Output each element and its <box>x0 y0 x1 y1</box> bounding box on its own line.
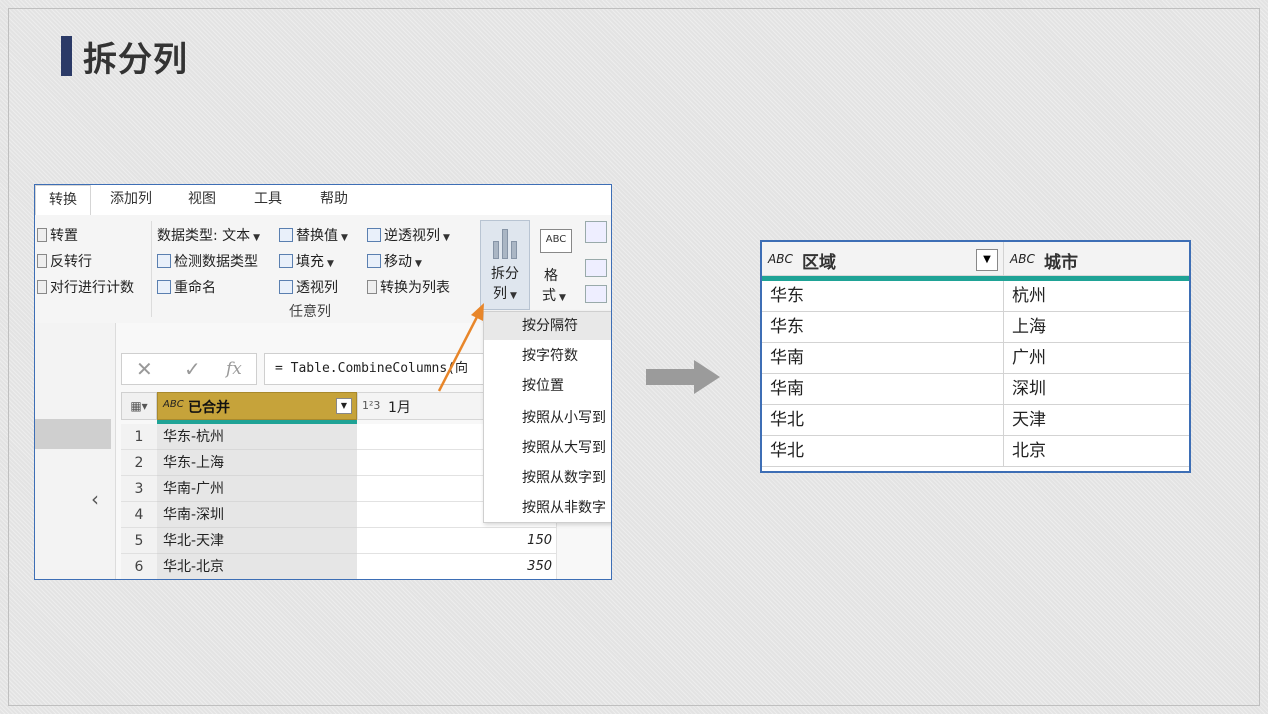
table-cell-city[interactable]: 杭州 <box>1004 281 1189 312</box>
table-cell-region[interactable]: 华东 <box>762 281 1004 312</box>
column-header-city[interactable]: ABC 城市 <box>1004 242 1189 276</box>
table-cell-region[interactable]: 华东 <box>762 312 1004 343</box>
result-table: ABC 区域 ▼ ABC 城市 华东 杭州 华东 上海 华南 广州 华南 深圳 … <box>760 240 1191 473</box>
table-cell-city[interactable]: 北京 <box>1004 436 1189 467</box>
column-header-region[interactable]: ABC 区域 ▼ <box>762 242 1004 276</box>
table-cell-city[interactable]: 深圳 <box>1004 374 1189 405</box>
table-cell-city[interactable]: 上海 <box>1004 312 1189 343</box>
slide-title: 拆分列 <box>83 40 188 80</box>
filter-dropdown-icon[interactable]: ▼ <box>976 249 998 271</box>
text-type-icon: ABC <box>768 252 793 266</box>
orange-pointer-arrow <box>437 303 484 392</box>
table-cell-region[interactable]: 华北 <box>762 405 1004 436</box>
title-accent-bar <box>61 36 72 76</box>
text-type-icon: ABC <box>1010 252 1035 266</box>
table-cell-city[interactable]: 天津 <box>1004 405 1189 436</box>
table-cell-region[interactable]: 华南 <box>762 374 1004 405</box>
table-cell-region[interactable]: 华北 <box>762 436 1004 467</box>
table-cell-city[interactable]: 广州 <box>1004 343 1189 374</box>
power-query-screenshot: 转换 添加列 视图 工具 帮助 转置 反转行 对行进行计数 数据类型: 文本 ▼ … <box>34 184 612 580</box>
transform-arrow-icon <box>646 360 720 394</box>
table-cell-region[interactable]: 华南 <box>762 343 1004 374</box>
